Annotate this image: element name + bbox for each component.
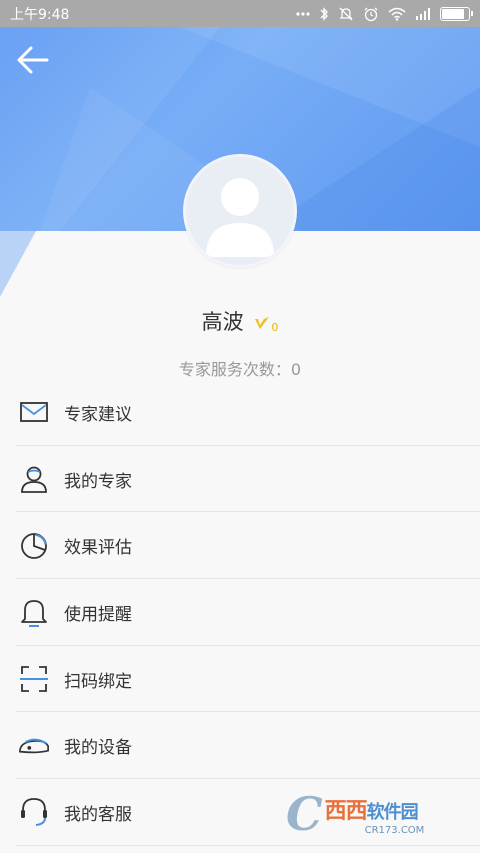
watermark-main-text: 西西 [324,798,368,824]
menu-item-my-expert[interactable]: 我的专家 [0,446,480,513]
default-user-icon [206,178,274,257]
watermark-logo: C [286,787,323,841]
header-corner-decoration [0,231,36,297]
user-name-row: 高波 0 [0,306,480,336]
watermark-main: 西西软件园 [325,793,425,825]
vip-badge-icon [255,317,270,329]
menu-item-label: 效果评估 [64,538,132,559]
alarm-icon [363,6,379,22]
mail-icon [18,396,50,428]
menu-item-label: 专家建议 [64,404,132,425]
expert-person-icon [18,463,50,495]
back-button[interactable] [14,41,52,79]
status-time: 上午9:48 [10,6,70,23]
scan-icon [18,663,50,695]
watermark-url: CR173.COM [364,824,425,836]
wifi-icon [388,7,406,21]
profile-menu: 专家建议 我的专家 效果评估 使用提醒 扫码绑定 我的设备 我的客服 [0,379,480,846]
bell-icon [18,596,50,628]
more-dots-icon [296,11,310,16]
device-icon [18,730,50,762]
menu-item-my-device[interactable]: 我的设备 [0,712,480,780]
mute-icon [338,6,354,22]
signal-icon [415,7,431,20]
bluetooth-icon [319,6,329,22]
status-bar: 上午9:48 [0,0,480,27]
watermark-sub: 软件园 [366,801,419,823]
menu-item-usage-reminder[interactable]: 使用提醒 [0,579,480,646]
avatar[interactable] [183,154,297,268]
battery-level [442,8,465,19]
vip-level: 0 [271,321,279,334]
menu-item-expert-advice[interactable]: 专家建议 [0,379,480,446]
menu-item-label: 我的设备 [64,738,132,759]
menu-item-label: 我的客服 [64,804,132,825]
menu-item-effect-evaluation[interactable]: 效果评估 [0,512,480,580]
menu-item-label: 扫码绑定 [64,671,132,692]
pie-chart-icon [18,530,50,562]
arrow-left-icon [17,46,49,74]
status-icons [296,6,473,22]
watermark-text: 西西软件园 CR173.COM [325,793,425,836]
vip-badge: 0 [254,316,278,334]
menu-item-label: 使用提醒 [64,604,132,625]
menu-item-label: 我的专家 [64,471,132,492]
battery-icon [440,6,473,21]
menu-item-scan-bind[interactable]: 扫码绑定 [0,646,480,713]
headset-icon [18,796,50,828]
watermark: C 西西软件园 CR173.COM [286,783,466,845]
user-name: 高波 [201,310,244,334]
expert-service-count: 专家服务次数：0 [178,360,302,379]
